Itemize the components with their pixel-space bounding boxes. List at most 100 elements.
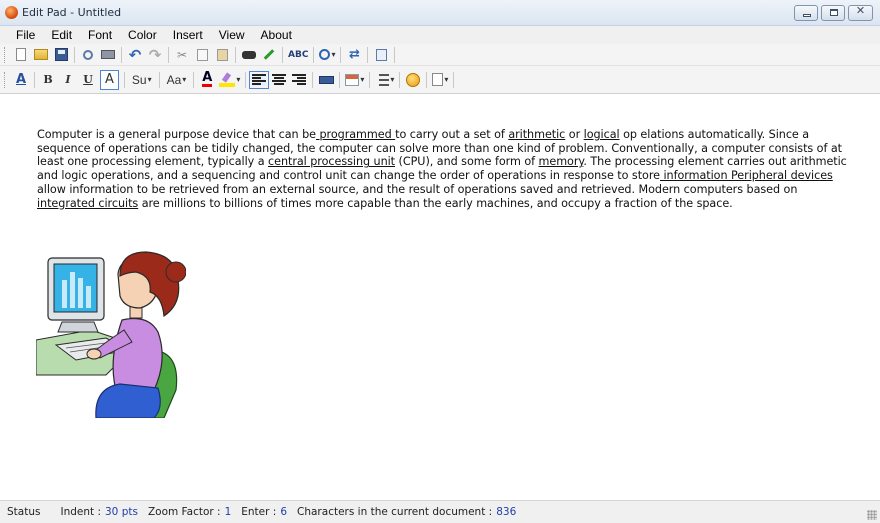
document-paragraph[interactable]: Computer is a general purpose device tha…	[37, 128, 852, 210]
font-size-button[interactable]: Aa	[165, 71, 189, 89]
undo-button[interactable]: ↶	[127, 46, 143, 64]
save-button[interactable]	[53, 46, 69, 64]
menu-font[interactable]: Font	[80, 28, 120, 42]
maximize-button[interactable]	[821, 5, 845, 21]
menu-about[interactable]: About	[253, 28, 300, 42]
hyperlink-text[interactable]: memory	[539, 155, 584, 168]
toolbar-grip[interactable]	[4, 71, 7, 88]
menu-edit[interactable]: Edit	[43, 28, 80, 42]
separator	[399, 71, 401, 88]
document-editor[interactable]: Computer is a general purpose device tha…	[0, 95, 880, 500]
separator	[121, 46, 122, 63]
title-bar: Edit Pad - Untitled ✕	[0, 0, 880, 26]
menu-insert[interactable]: Insert	[165, 28, 211, 42]
separator	[34, 71, 35, 88]
spell-check-button[interactable]: ABC	[288, 46, 308, 64]
window-title: Edit Pad - Untitled	[22, 6, 122, 19]
emoticon-button[interactable]	[405, 71, 421, 89]
bullet-list-icon	[375, 73, 390, 86]
toolbar-grip[interactable]	[4, 46, 7, 63]
maximize-icon	[830, 9, 838, 16]
align-center-icon	[272, 73, 287, 86]
align-center-button[interactable]	[271, 71, 287, 89]
standard-toolbar: ↶ ↷ ✂ ABC ⇄	[0, 44, 880, 66]
hyperlink-text[interactable]: logical	[584, 128, 620, 141]
superscript-button[interactable]: Su	[130, 71, 154, 89]
page-color-button[interactable]	[432, 71, 448, 89]
spell-check-icon: ABC	[288, 49, 309, 60]
align-left-button[interactable]	[249, 70, 270, 89]
highlight-button[interactable]	[219, 71, 240, 89]
find-button[interactable]	[241, 46, 257, 64]
cut-button[interactable]: ✂	[174, 46, 190, 64]
separator	[312, 71, 314, 88]
calendar-icon	[345, 73, 360, 86]
refresh-icon: ⇄	[349, 47, 360, 62]
draw-button[interactable]	[261, 46, 277, 64]
print-preview-button[interactable]	[80, 46, 96, 64]
bullet-list-button[interactable]	[375, 71, 394, 89]
hyperlink-text[interactable]: programmed	[316, 128, 395, 141]
hyperlink-text[interactable]: central processing unit	[268, 155, 395, 168]
font-button[interactable]: A	[100, 69, 119, 90]
insert-date-button[interactable]	[345, 71, 364, 89]
body-text: or	[565, 128, 584, 141]
app-icon	[5, 6, 18, 19]
style-button[interactable]: A	[13, 71, 29, 89]
minimize-icon	[803, 14, 811, 17]
separator	[426, 71, 428, 88]
page-icon	[432, 73, 444, 86]
separator	[193, 71, 195, 88]
redo-button[interactable]: ↷	[147, 46, 163, 64]
separator	[245, 71, 247, 88]
status-bar: Status Indent : 30 pts Zoom Factor : 1 E…	[0, 500, 880, 523]
copy-icon	[196, 48, 208, 61]
minimize-button[interactable]	[794, 5, 818, 21]
menu-color[interactable]: Color	[120, 28, 165, 42]
zoom-button[interactable]	[319, 46, 335, 64]
print-button[interactable]	[100, 46, 116, 64]
new-document-icon	[16, 48, 26, 61]
paste-button[interactable]	[214, 46, 230, 64]
enter-label: Enter :	[241, 506, 277, 518]
bold-button[interactable]: B	[40, 71, 56, 89]
paste-icon	[216, 48, 228, 61]
separator	[339, 71, 341, 88]
separator	[394, 46, 396, 63]
new-button[interactable]	[13, 46, 29, 64]
separator	[158, 71, 160, 88]
status-label: Status	[7, 506, 41, 518]
horizontal-rule-button[interactable]	[318, 71, 334, 89]
undo-icon: ↶	[128, 45, 142, 64]
resize-grip-icon[interactable]	[867, 510, 877, 520]
separator	[340, 46, 342, 63]
hyperlink-text[interactable]: information Peripheral devices	[660, 169, 832, 182]
separator	[313, 46, 315, 63]
underline-button[interactable]: U	[80, 71, 96, 89]
zoom-factor-value: 1	[224, 506, 232, 518]
separator	[123, 71, 125, 88]
font-color-button[interactable]: A	[199, 71, 215, 89]
close-button[interactable]: ✕	[848, 4, 873, 21]
text-style-icon: A	[15, 72, 27, 87]
menu-file[interactable]: File	[8, 28, 43, 42]
separator	[282, 46, 283, 63]
character-count-value: 836	[496, 506, 517, 518]
menu-view[interactable]: View	[211, 28, 253, 42]
hyperlink-text[interactable]: integrated circuits	[37, 197, 138, 210]
character-count-label: Characters in the current document :	[297, 506, 493, 518]
italic-button[interactable]: I	[60, 71, 76, 89]
align-right-button[interactable]	[291, 71, 307, 89]
page-setup-button[interactable]	[373, 46, 389, 64]
zoom-icon	[319, 49, 331, 60]
separator	[369, 71, 371, 88]
copy-button[interactable]	[194, 46, 210, 64]
refresh-button[interactable]: ⇄	[346, 46, 362, 64]
menu-bar: File Edit Font Color Insert View About	[0, 26, 880, 44]
open-button[interactable]	[33, 46, 49, 64]
separator	[74, 46, 75, 63]
body-text: (CPU), and some form of	[395, 155, 539, 169]
body-text: to carry out a set of	[395, 128, 509, 141]
hyperlink-text[interactable]: arithmetic	[508, 128, 565, 141]
redo-icon: ↷	[148, 45, 162, 64]
